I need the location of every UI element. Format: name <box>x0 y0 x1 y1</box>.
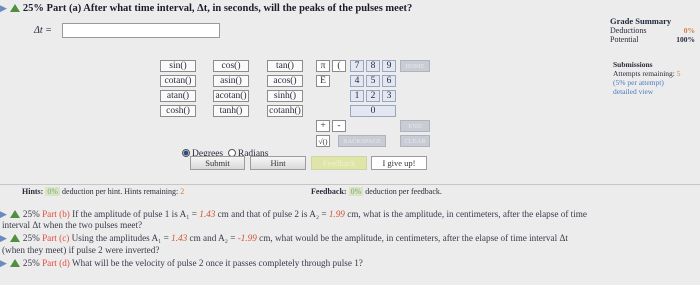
key-9[interactable]: 9 <box>382 60 396 72</box>
part-b-a1-value: 1.43 <box>199 209 216 219</box>
submit-button[interactable]: Submit <box>190 156 245 170</box>
key-open-paren[interactable]: ( <box>332 60 346 72</box>
expand-arrow-icon[interactable]: ▶ <box>0 209 7 219</box>
warning-icon <box>9 210 20 218</box>
key-cos[interactable]: cos() <box>213 60 249 72</box>
expand-arrow-icon[interactable]: ▶ <box>0 233 7 243</box>
give-up-button[interactable]: I give up! <box>371 156 427 170</box>
key-5[interactable]: 5 <box>366 75 380 87</box>
key-8[interactable]: 8 <box>366 60 380 72</box>
part-c-line2: (when they meet) if pulse 2 were inverte… <box>2 245 160 255</box>
part-c-text2: cm and A₂ = <box>189 233 236 243</box>
part-d-label[interactable]: Part (d) <box>42 258 70 268</box>
part-b-label[interactable]: Part (b) <box>42 209 70 219</box>
feedback-label: Feedback: <box>311 187 347 196</box>
warning-icon <box>9 259 20 267</box>
part-b-text1: If the amplitude of pulse 1 is A₁ = <box>72 209 197 219</box>
key-tan[interactable]: tan() <box>267 60 303 72</box>
part-c-line1: ▶ 25% Part (c) Using the amplitudes A₁ = … <box>0 233 568 244</box>
hints-info: Hints: 0% deduction per hint. Hints remain… <box>22 187 184 196</box>
submissions-panel: Submissions Attempts remaining: 5 (5% pe… <box>613 60 698 96</box>
key-1[interactable]: 1 <box>350 90 364 102</box>
hints-percent: 0% <box>45 187 61 196</box>
key-pi[interactable]: π <box>316 60 330 72</box>
key-home[interactable]: HOME <box>400 60 430 72</box>
key-7[interactable]: 7 <box>350 60 364 72</box>
key-acos[interactable]: acos() <box>267 75 303 87</box>
part-d-line1: ▶ 25% Part (d) What will be the velocity … <box>0 258 363 269</box>
key-cotanh[interactable]: cotanh() <box>267 105 303 117</box>
part-a-header: ▶ 25% Part (a) After what time interval, … <box>0 3 412 17</box>
hint-button[interactable]: Hint <box>250 156 306 170</box>
key-tanh[interactable]: tanh() <box>213 105 249 117</box>
part-b-line2: interval Δt when the two pulses meet? <box>2 220 143 230</box>
warning-icon <box>9 234 20 242</box>
part-c-percent: 25% <box>22 233 40 243</box>
part-c-label[interactable]: Part (c) <box>42 233 69 243</box>
deductions-label: Deductions <box>610 26 647 35</box>
key-4[interactable]: 4 <box>350 75 364 87</box>
part-a-percent: 25% <box>22 3 44 14</box>
key-clear[interactable]: CLEAR <box>400 135 430 147</box>
part-b-text3: cm, what is the amplitude, in centimeter… <box>347 209 588 219</box>
key-exponent[interactable]: E <box>316 75 330 87</box>
key-2[interactable]: 2 <box>366 90 380 102</box>
key-atan[interactable]: atan() <box>160 90 196 102</box>
key-minus[interactable]: - <box>332 120 346 132</box>
answer-input[interactable] <box>62 23 220 38</box>
feedback-info: Feedback: 0% deduction per feedback. <box>311 187 442 196</box>
part-b-text2: cm and that of pulse 2 is A₂ = <box>217 209 327 219</box>
grade-summary: Grade Summary Deductions 0% Potential 100% <box>610 16 695 44</box>
potential-label: Potential <box>610 35 639 44</box>
part-b-line1: ▶ 25% Part (b) If the amplitude of pulse … <box>0 209 587 220</box>
part-b-a2-value: 1.99 <box>328 209 345 219</box>
expand-arrow-icon[interactable]: ▶ <box>0 3 7 13</box>
key-sin[interactable]: sin() <box>160 60 196 72</box>
key-6[interactable]: 6 <box>382 75 396 87</box>
key-acotan[interactable]: acotan() <box>213 90 249 102</box>
detailed-view-link[interactable]: detailed view <box>613 87 698 96</box>
key-sinh[interactable]: sinh() <box>267 90 303 102</box>
key-sqrt[interactable]: √() <box>316 135 330 147</box>
feedback-text: deduction per feedback. <box>365 187 442 196</box>
key-cosh[interactable]: cosh() <box>160 105 196 117</box>
degrees-radio[interactable] <box>182 149 190 157</box>
deductions-value: 0% <box>683 26 695 35</box>
part-d-percent: 25% <box>22 258 40 268</box>
potential-value: 100% <box>676 35 695 44</box>
part-c-a1-value: 1.43 <box>171 233 188 243</box>
submissions-title: Submissions <box>613 60 653 69</box>
attempts-text: Attempts remaining: <box>613 69 675 78</box>
key-plus[interactable]: + <box>316 120 330 132</box>
part-a-label: Part (a) <box>46 3 82 14</box>
feedback-button[interactable]: Feedback <box>311 156 367 170</box>
key-cotan[interactable]: cotan() <box>160 75 196 87</box>
key-asin[interactable]: asin() <box>213 75 249 87</box>
divider <box>0 184 700 185</box>
per-attempt: (5% per attempt) <box>613 78 664 87</box>
key-3[interactable]: 3 <box>382 90 396 102</box>
part-b-percent: 25% <box>22 209 40 219</box>
part-c-text3: cm, what would be the amplitude, in cent… <box>259 233 568 243</box>
hints-text: deduction per hint. Hints remaining: <box>62 187 179 196</box>
hints-label: Hints: <box>22 187 44 196</box>
part-c-a2-value: -1.99 <box>237 233 257 243</box>
warning-icon <box>9 4 20 12</box>
expand-arrow-icon[interactable]: ▶ <box>0 258 7 268</box>
part-c-text1: Using the amplitudes A₁ = <box>71 233 169 243</box>
feedback-percent: 0% <box>348 187 364 196</box>
part-d-text: What will be the velocity of pulse 2 onc… <box>72 258 363 268</box>
key-end[interactable]: END <box>400 120 430 132</box>
part-a-question: After what time interval, Δt, in seconds… <box>83 3 413 14</box>
key-0[interactable]: 0 <box>350 105 396 117</box>
key-backspace[interactable]: BACKSPACE <box>338 135 386 147</box>
grade-summary-title: Grade Summary <box>610 16 672 26</box>
attempts-value: 5 <box>676 69 681 78</box>
answer-label: Δt = <box>34 25 52 36</box>
hints-remaining: 2 <box>180 187 185 196</box>
